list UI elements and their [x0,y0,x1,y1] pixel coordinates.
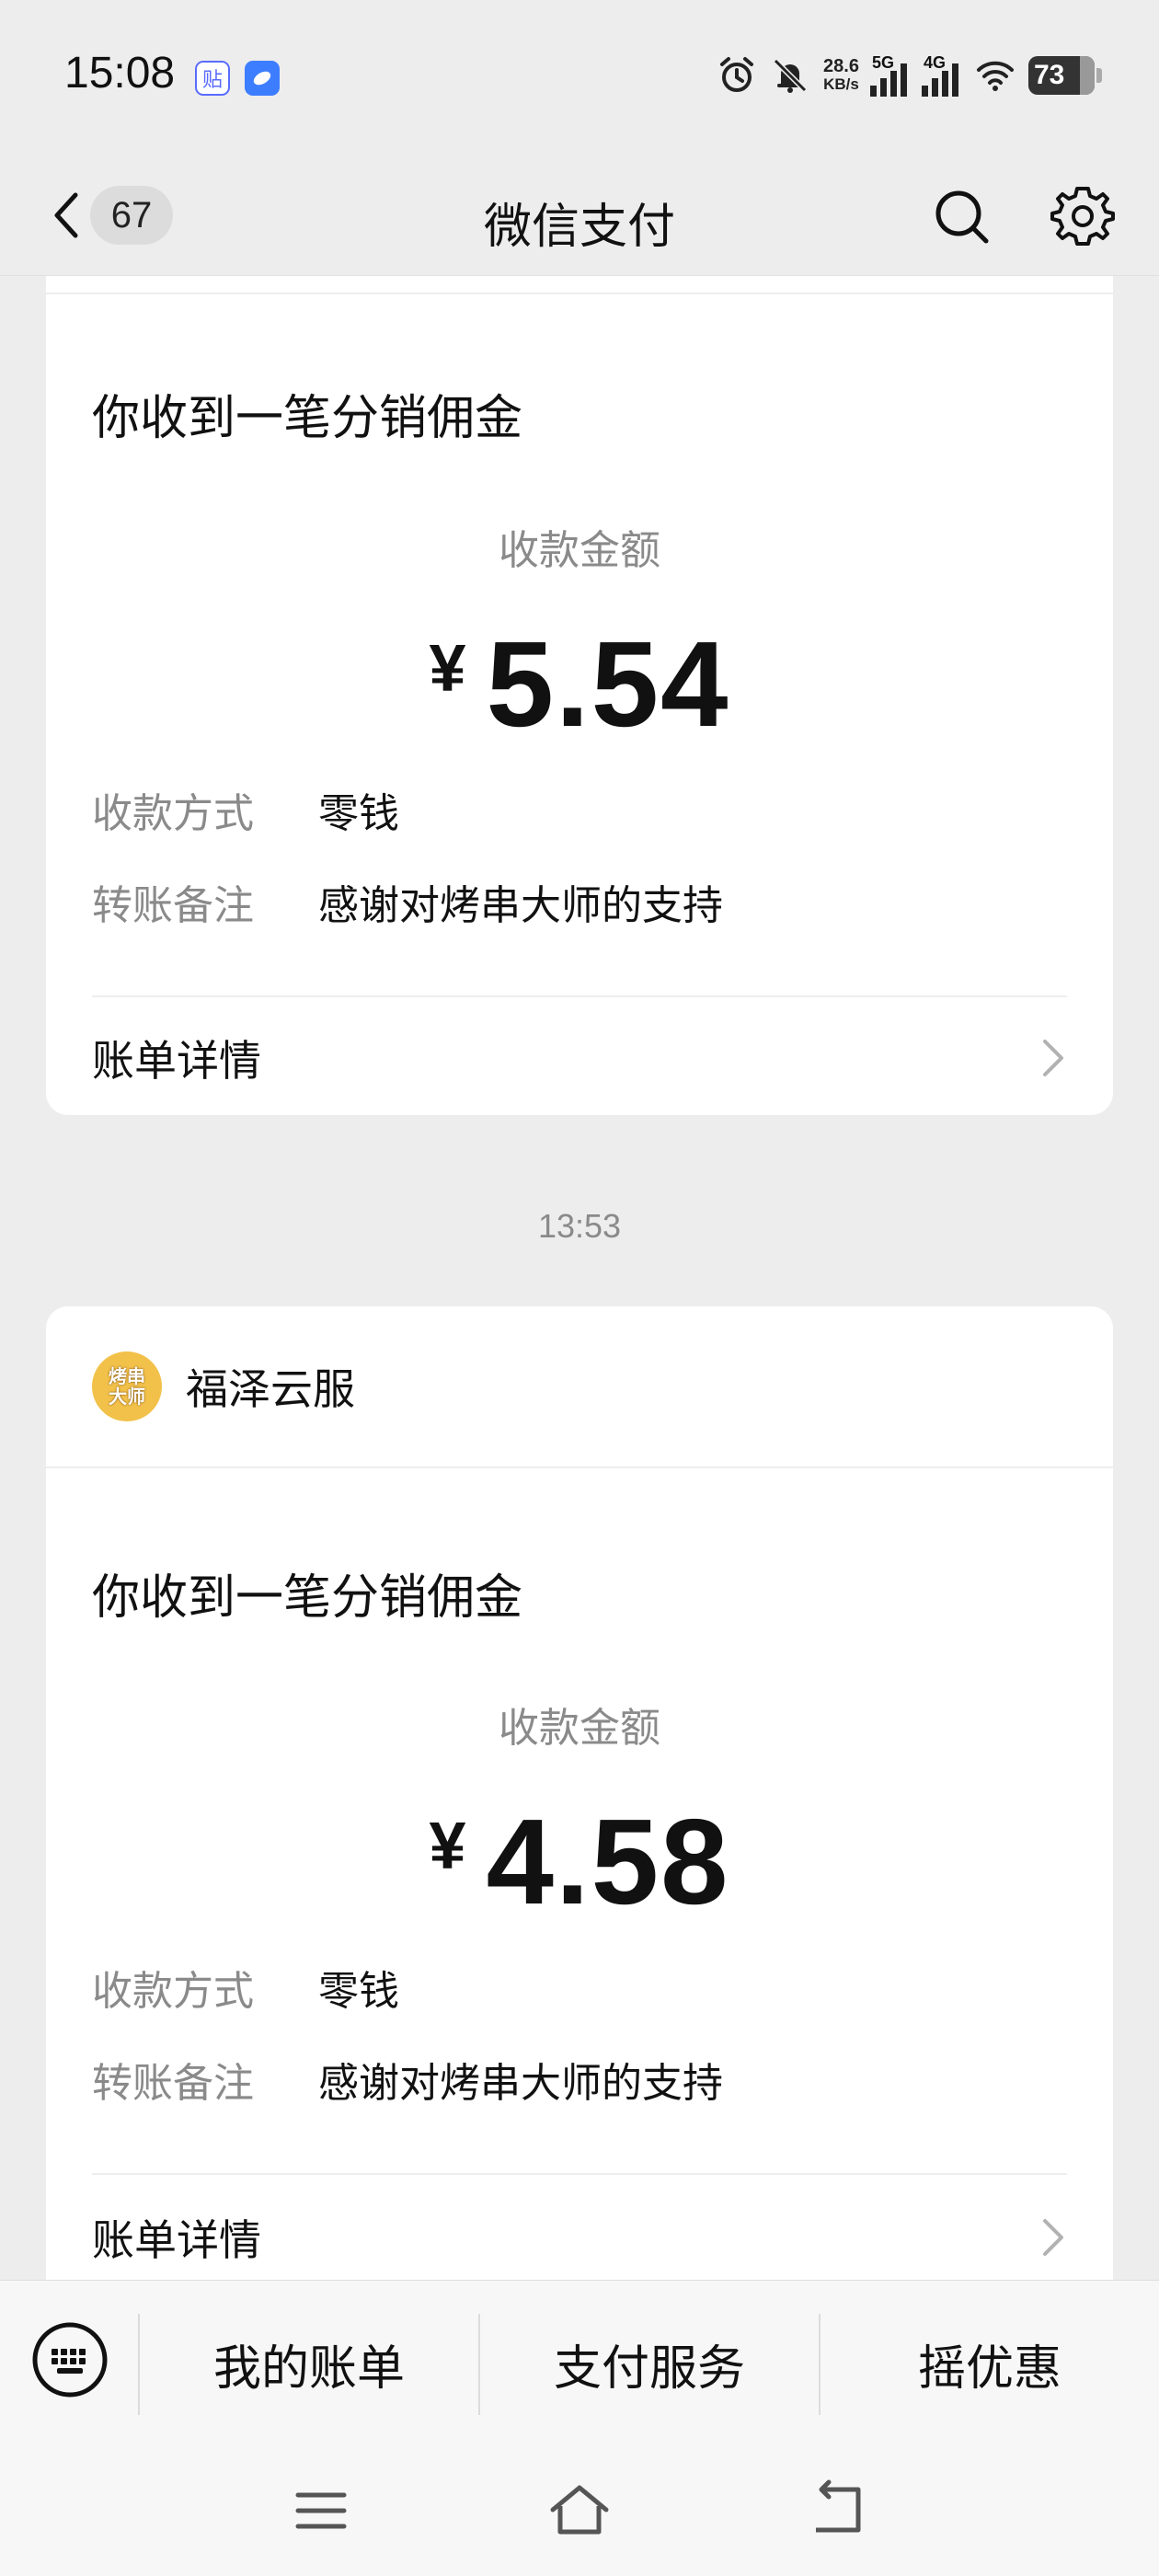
amount-value: ¥5.54 [46,615,1113,753]
merchant-name: 福泽云服 [186,1364,355,1414]
amount-number: 4.58 [486,1794,730,1929]
menu-my-bills[interactable]: 我的账单 [140,2316,478,2411]
transfer-note-value: 感谢对烤串大师的支持 [318,882,723,929]
menu-icon[interactable] [289,2478,353,2543]
card-divider [46,1466,1113,1468]
network-speed: 28.6 KB/s [823,55,859,93]
payment-method-row: 收款方式 零钱 [92,780,399,839]
status-icons: 28.6 KB/s 5G 4G 73 [717,53,1102,97]
bill-details-link[interactable]: 账单详情 [92,2201,1067,2274]
home-icon[interactable] [547,2478,612,2543]
back-icon[interactable] [805,2478,869,2543]
bill-details-label: 账单详情 [92,1036,261,1086]
menu-shake-offers[interactable]: 摇优惠 [820,2316,1159,2411]
status-bar: 15:08 贴 28.6 KB/s 5G 4G 73 [0,0,1159,156]
amount-number: 5.54 [486,616,730,752]
notification-title: 你收到一笔分销佣金 [92,1570,523,1626]
tieba-app-icon: 贴 [195,61,230,96]
currency-symbol: ¥ [429,632,466,706]
card-divider [92,2173,1067,2175]
signal-icon [922,63,958,97]
merchant-header[interactable]: 烤串大师 福泽云服 [92,1306,355,1466]
mute-icon [773,58,808,93]
transfer-note-key: 转账备注 [92,882,254,929]
card-divider [46,293,1113,294]
message-timestamp: 13:53 [537,1207,622,1245]
amount-value: ¥4.58 [46,1792,1113,1931]
payment-method-row: 收款方式 零钱 [92,1958,399,2017]
signal-icon [869,63,907,97]
menu-payment-services[interactable]: 支付服务 [480,2316,819,2411]
gear-icon[interactable] [1050,184,1115,248]
transfer-note-row: 转账备注 感谢对烤串大师的支持 [92,872,723,931]
card-divider [92,995,1067,997]
payment-message-card: 你收到一笔分销佣金 收款金额 ¥5.54 收款方式 零钱 转账备注 感谢对烤串大… [46,276,1113,1115]
payment-message-card: 烤串大师 福泽云服 你收到一笔分销佣金 收款金额 ¥4.58 收款方式 零钱 转… [46,1306,1113,2282]
alarm-icon [720,56,754,92]
nav-bar: 67 微信支付 [0,156,1159,276]
bill-details-label: 账单详情 [92,2215,261,2265]
bottom-menu: 我的账单 支付服务 摇优惠 [0,2280,1159,2449]
transfer-note-value: 感谢对烤串大师的支持 [318,2060,723,2107]
amount-label: 收款金额 [499,527,660,574]
battery-icon: 73 [1028,55,1102,95]
signal-4g: 4G [922,53,962,97]
merchant-logo: 烤串大师 [92,1351,162,1421]
transfer-note-key: 转账备注 [92,2060,254,2107]
currency-symbol: ¥ [429,1810,466,1883]
payment-method-value: 零钱 [318,1968,399,2015]
transfer-note-row: 转账备注 感谢对烤串大师的支持 [92,2050,723,2109]
payment-method-key: 收款方式 [92,790,254,837]
bill-details-link[interactable]: 账单详情 [92,1021,1067,1095]
status-time: 15:08 [64,49,176,98]
notification-title: 你收到一笔分销佣金 [92,391,523,446]
payment-method-key: 收款方式 [92,1968,254,2015]
app-notification-icon [245,61,280,96]
chevron-right-icon [1043,2219,1063,2256]
payment-method-value: 零钱 [318,790,399,837]
amount-label: 收款金额 [499,1705,660,1752]
signal-5g: 5G [869,53,911,97]
keyboard-toggle-icon[interactable] [31,2321,109,2398]
search-icon[interactable] [929,184,993,248]
system-navigation-bar [0,2449,1159,2576]
chevron-right-icon [1043,1040,1063,1076]
wifi-icon [977,61,1014,91]
